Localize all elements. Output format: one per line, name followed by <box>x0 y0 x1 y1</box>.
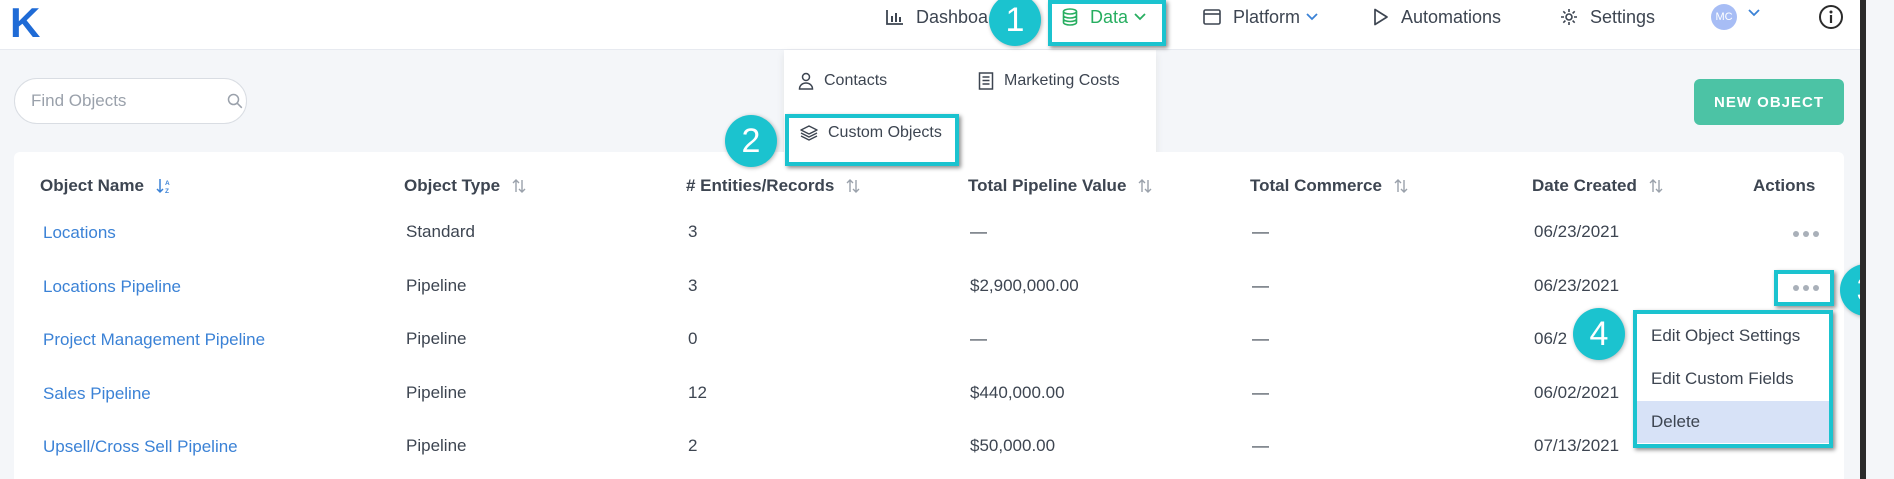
new-object-button[interactable]: NEW OBJECT <box>1694 79 1844 125</box>
commerce-cell: — <box>1252 436 1269 455</box>
svg-text:Z: Z <box>165 188 169 194</box>
column-header-records[interactable]: # Entities/Records <box>686 176 860 196</box>
object-name-link[interactable]: Locations <box>43 223 116 243</box>
window-icon <box>1203 9 1221 25</box>
commerce-cell: — <box>1252 222 1269 241</box>
column-header-date-created[interactable]: Date Created <box>1532 176 1663 196</box>
object-name-link[interactable]: Locations Pipeline <box>43 277 181 297</box>
object-type-cell: Pipeline <box>406 276 467 295</box>
highlight-row-actions <box>1774 270 1834 306</box>
column-header-pipeline-value[interactable]: Total Pipeline Value <box>968 176 1152 196</box>
records-cell: 0 <box>688 329 698 348</box>
pipeline-value-cell: $50,000.00 <box>970 436 1056 455</box>
nav-settings[interactable]: Settings <box>1560 0 1655 34</box>
user-avatar[interactable]: MC <box>1711 4 1737 30</box>
highlight-actions-menu <box>1633 310 1833 448</box>
object-name-link[interactable]: Upsell/Cross Sell Pipeline <box>43 437 238 457</box>
chevron-down-icon[interactable] <box>1748 9 1760 17</box>
date-created-cell: 06/2 <box>1534 329 1568 348</box>
date-created-cell: 07/13/2021 <box>1534 436 1620 455</box>
column-header-object-type[interactable]: Object Type <box>404 176 526 196</box>
nav-settings-label: Settings <box>1590 6 1656 27</box>
svg-text:A: A <box>165 180 170 187</box>
play-icon <box>1374 8 1388 26</box>
sort-icon[interactable] <box>846 178 860 194</box>
object-type-cell: Pipeline <box>406 436 467 455</box>
pipeline-value-cell: — <box>970 222 987 241</box>
records-cell: 3 <box>688 222 698 241</box>
top-navigation: K Dashboa Data Platform Automations Sett… <box>0 0 1860 50</box>
menu-item-marketing-costs-label: Marketing Costs <box>1004 72 1120 89</box>
app-logo[interactable]: K <box>10 2 40 44</box>
column-header-label: Total Pipeline Value <box>968 176 1127 195</box>
sort-icon[interactable] <box>512 178 526 194</box>
highlight-data-nav <box>1048 0 1166 46</box>
column-header-label: Date Created <box>1532 176 1637 195</box>
step-badge: 2 <box>725 115 777 167</box>
sort-az-icon[interactable]: AZ <box>156 178 172 194</box>
date-created-cell: 06/02/2021 <box>1534 383 1620 402</box>
object-type-cell: Pipeline <box>406 329 467 348</box>
nav-dashboard[interactable]: Dashboa <box>886 0 988 34</box>
nav-platform-label: Platform <box>1233 6 1301 27</box>
menu-item-marketing-costs[interactable]: Marketing Costs <box>978 72 1120 90</box>
commerce-cell: — <box>1252 276 1269 295</box>
column-header-label: Object Type <box>404 176 501 195</box>
pipeline-value-cell: — <box>970 329 987 348</box>
date-created-cell: 06/23/2021 <box>1534 276 1620 295</box>
step-badge: 4 <box>1573 308 1625 360</box>
records-cell: 2 <box>688 436 698 455</box>
pipeline-value-cell: $2,900,000.00 <box>970 276 1079 295</box>
search-box <box>14 78 247 124</box>
commerce-cell: — <box>1252 383 1269 402</box>
bar-chart-icon <box>886 10 903 25</box>
more-actions-icon[interactable] <box>1793 231 1819 237</box>
sort-icon[interactable] <box>1649 178 1663 194</box>
records-cell: 3 <box>688 276 698 295</box>
sort-icon[interactable] <box>1394 178 1408 194</box>
nav-dashboard-label: Dashboa <box>916 6 989 27</box>
column-header-label: # Entities/Records <box>686 176 835 195</box>
document-icon <box>978 72 994 90</box>
object-name-link[interactable]: Sales Pipeline <box>43 384 151 404</box>
gear-icon <box>1561 9 1577 25</box>
menu-item-contacts[interactable]: Contacts <box>798 72 887 90</box>
column-header-label: Total Commerce <box>1250 176 1382 195</box>
object-name-link[interactable]: Project Management Pipeline <box>43 330 265 350</box>
pipeline-value-cell: $440,000.00 <box>970 383 1065 402</box>
column-header-label: Actions <box>1753 176 1816 195</box>
nav-automations[interactable]: Automations <box>1373 0 1501 34</box>
sort-icon[interactable] <box>1138 178 1152 194</box>
search-icon[interactable] <box>227 93 243 109</box>
date-created-cell: 06/23/2021 <box>1534 222 1620 241</box>
commerce-cell: — <box>1252 329 1269 348</box>
info-icon[interactable] <box>1818 4 1844 30</box>
search-input[interactable] <box>31 91 201 111</box>
object-type-cell: Standard <box>406 222 475 241</box>
object-type-cell: Pipeline <box>406 383 467 402</box>
chevron-down-icon <box>1306 13 1318 21</box>
person-icon <box>798 72 814 90</box>
nav-platform[interactable]: Platform <box>1203 0 1318 34</box>
menu-item-contacts-label: Contacts <box>824 72 888 89</box>
records-cell: 12 <box>688 383 707 402</box>
column-header-actions: Actions <box>1753 176 1815 196</box>
nav-automations-label: Automations <box>1401 6 1502 27</box>
column-header-object-name[interactable]: Object Name AZ <box>40 176 172 196</box>
objects-table <box>14 152 1844 479</box>
window-edge <box>1860 0 1894 479</box>
highlight-custom-objects <box>785 114 959 166</box>
column-header-label: Object Name <box>40 176 144 195</box>
column-header-commerce[interactable]: Total Commerce <box>1250 176 1408 196</box>
